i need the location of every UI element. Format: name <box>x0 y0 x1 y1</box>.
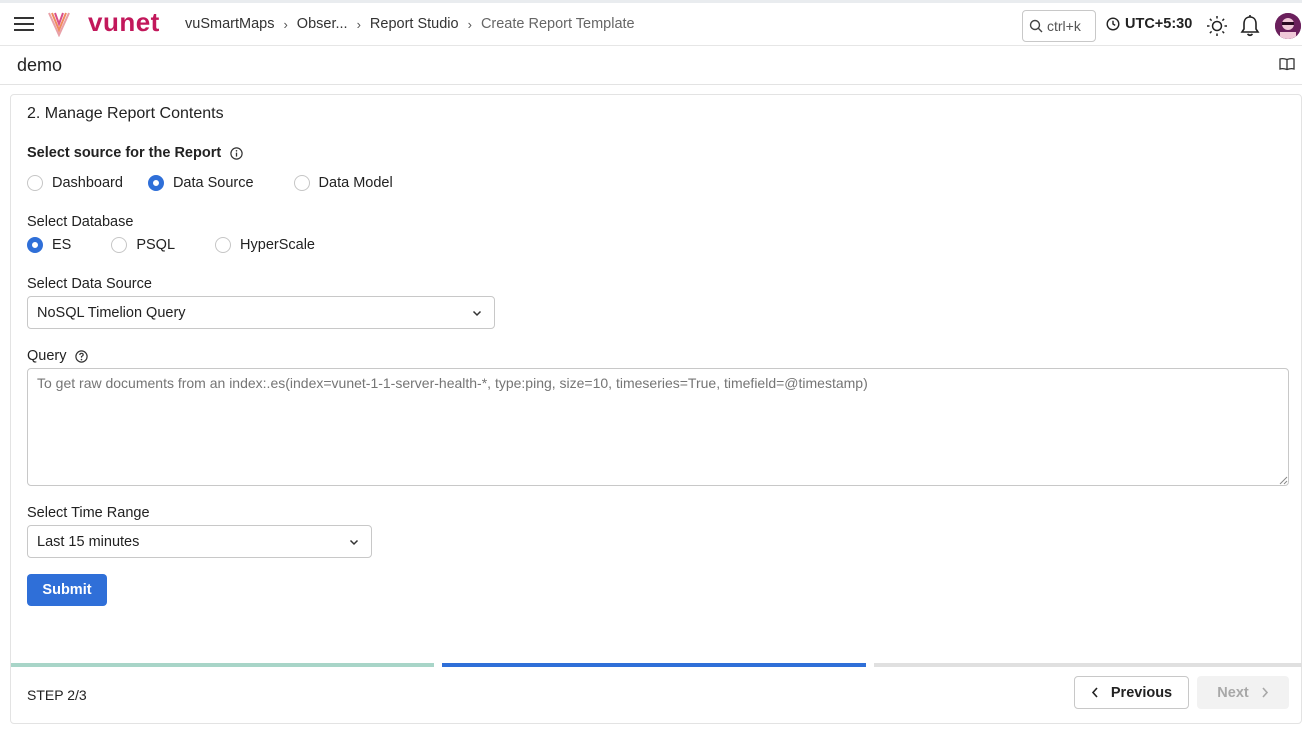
time-range-value: Last 15 minutes <box>37 533 140 550</box>
global-search-button[interactable]: ctrl+k <box>1022 10 1096 42</box>
vunet-logo-icon <box>47 11 71 38</box>
radio-dot[interactable] <box>111 237 128 253</box>
chevron-down-icon <box>472 310 482 317</box>
breadcrumb-separator-icon: › <box>467 16 472 32</box>
chevron-right-icon <box>1262 687 1268 698</box>
radio-dot[interactable] <box>215 237 232 253</box>
step-progress-3 <box>874 663 1302 667</box>
hamburger-menu-icon[interactable] <box>12 12 36 36</box>
radio-label: Data Source <box>172 175 254 191</box>
search-icon <box>1029 19 1043 33</box>
radio-label: HyperScale <box>240 237 315 253</box>
source-radio-dashboard[interactable]: Dashboard <box>27 175 123 191</box>
radio-dot[interactable] <box>147 175 164 191</box>
report-wizard-card: 2. Manage Report Contents Select source … <box>10 94 1302 724</box>
step-indicator: STEP 2/3 <box>27 687 87 703</box>
time-range-label: Select Time Range <box>27 505 150 521</box>
radio-dot[interactable] <box>27 237 43 253</box>
source-radio-data-model[interactable]: Data Model <box>293 175 393 191</box>
info-icon[interactable] <box>230 146 243 160</box>
timezone-label: UTC+5:30 <box>1125 16 1193 32</box>
page-header: demo <box>0 47 1302 85</box>
radio-label: Data Model <box>318 175 393 191</box>
breadcrumb-separator-icon: › <box>356 16 361 32</box>
radio-label: PSQL <box>136 237 176 253</box>
next-label: Next <box>1217 684 1249 701</box>
help-question-icon[interactable] <box>74 349 88 363</box>
section-title: 2. Manage Report Contents <box>27 105 224 122</box>
clock-icon <box>1106 17 1120 31</box>
breadcrumb-report-studio[interactable]: Report Studio <box>370 16 459 32</box>
theme-toggle-sun-icon[interactable] <box>1205 14 1229 38</box>
source-radio-data-source[interactable]: Data Source <box>147 175 254 191</box>
breadcrumb-vusmartmaps[interactable]: vuSmartMaps <box>185 16 274 32</box>
search-shortcut-label: ctrl+k <box>1047 18 1081 34</box>
radio-dot[interactable] <box>27 175 43 191</box>
breadcrumb: vuSmartMaps › Obser... › Report Studio ›… <box>185 16 635 32</box>
textarea-resize-handle-icon[interactable] <box>1279 476 1288 485</box>
documentation-book-icon[interactable] <box>1279 57 1297 75</box>
breadcrumb-create-report-template: Create Report Template <box>480 16 635 32</box>
radio-label: ES <box>52 237 72 253</box>
database-radio-group: ES PSQL HyperScale <box>27 237 315 253</box>
step-progress-1 <box>11 663 434 667</box>
top-navbar: vunet vuSmartMaps › Obser... › Report St… <box>0 0 1302 46</box>
previous-button[interactable]: Previous <box>1074 676 1189 709</box>
step-progress-2 <box>442 663 866 667</box>
time-range-select[interactable]: Last 15 minutes <box>27 525 372 558</box>
database-label: Select Database <box>27 214 134 230</box>
user-avatar[interactable] <box>1275 13 1301 39</box>
page-title: demo <box>17 55 63 75</box>
query-label-text: Query <box>27 348 67 364</box>
notification-bell-icon[interactable] <box>1239 14 1261 38</box>
previous-label: Previous <box>1110 684 1173 701</box>
source-label-text: Select source for the Report <box>27 145 222 161</box>
data-source-label: Select Data Source <box>27 276 152 292</box>
vunet-logo-text: vunet <box>88 7 160 37</box>
data-source-select[interactable]: NoSQL Timelion Query <box>27 296 495 329</box>
query-label: Query <box>27 348 88 364</box>
database-radio-es[interactable]: ES <box>27 237 71 253</box>
query-textarea[interactable] <box>27 368 1289 486</box>
breadcrumb-observability[interactable]: Obser... <box>297 16 348 32</box>
source-radio-group: Dashboard Data Source Data Model <box>27 175 393 191</box>
source-label: Select source for the Report <box>27 145 243 161</box>
chevron-down-icon <box>349 539 359 546</box>
chevron-left-icon <box>1091 687 1098 698</box>
data-source-value: NoSQL Timelion Query <box>37 304 186 321</box>
timezone-selector[interactable]: UTC+5:30 <box>1106 16 1192 32</box>
submit-button[interactable]: Submit <box>27 574 107 606</box>
next-button[interactable]: Next <box>1197 676 1289 709</box>
database-radio-psql[interactable]: PSQL <box>111 237 175 253</box>
radio-label: Dashboard <box>52 175 123 191</box>
radio-dot[interactable] <box>293 175 310 191</box>
database-radio-hyperscale[interactable]: HyperScale <box>215 237 315 253</box>
breadcrumb-separator-icon: › <box>283 16 288 32</box>
